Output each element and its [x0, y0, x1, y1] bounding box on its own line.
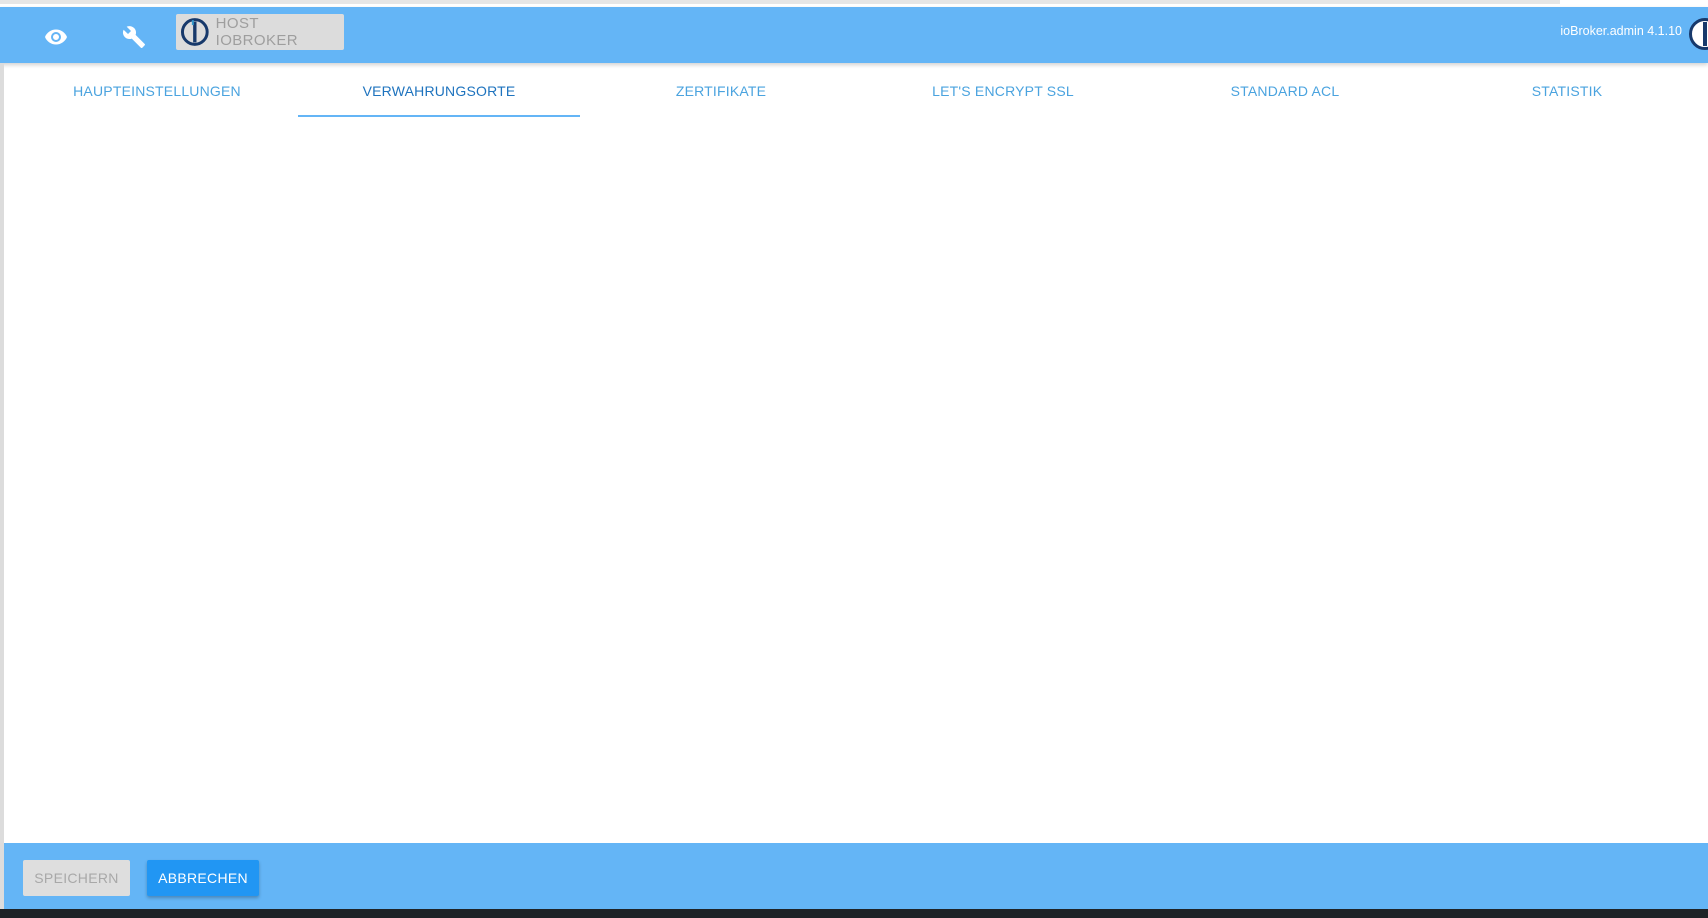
tab-statistik[interactable]: STATISTIK — [1426, 63, 1708, 117]
version-label: ioBroker.admin 4.1.10 — [1560, 24, 1682, 38]
dialog-footer: SPEICHERN ABBRECHEN — [4, 843, 1708, 909]
tab-lets-encrypt-ssl[interactable]: LET'S ENCRYPT SSL — [862, 63, 1144, 117]
save-button[interactable]: SPEICHERN — [23, 860, 130, 896]
top-scrollbar-track — [0, 0, 1560, 4]
settings-tabs: HAUPTEINSTELLUNGEN VERWAHRUNGSORTE ZERTI… — [16, 63, 1708, 119]
tab-content-area — [4, 119, 1708, 843]
eye-icon[interactable] — [36, 17, 76, 57]
window-top-strip — [0, 0, 1708, 7]
tab-zertifikate[interactable]: ZERTIFIKATE — [580, 63, 862, 117]
iobroker-logo-icon — [1689, 18, 1708, 50]
wrench-icon[interactable] — [114, 17, 154, 57]
host-selector-button[interactable]: HOST IOBROKER — [176, 14, 344, 50]
tab-haupteinstellungen[interactable]: HAUPTEINSTELLUNGEN — [16, 63, 298, 117]
window-bottom-strip — [0, 909, 1708, 918]
tab-standard-acl[interactable]: STANDARD ACL — [1144, 63, 1426, 117]
tab-verwahrungsorte[interactable]: VERWAHRUNGSORTE — [298, 63, 580, 117]
iobroker-logo-icon — [180, 18, 209, 46]
top-app-bar: HOST IOBROKER ioBroker.admin 4.1.10 — [0, 7, 1708, 63]
host-label: HOST IOBROKER — [215, 15, 299, 49]
cancel-button[interactable]: ABBRECHEN — [147, 860, 259, 896]
